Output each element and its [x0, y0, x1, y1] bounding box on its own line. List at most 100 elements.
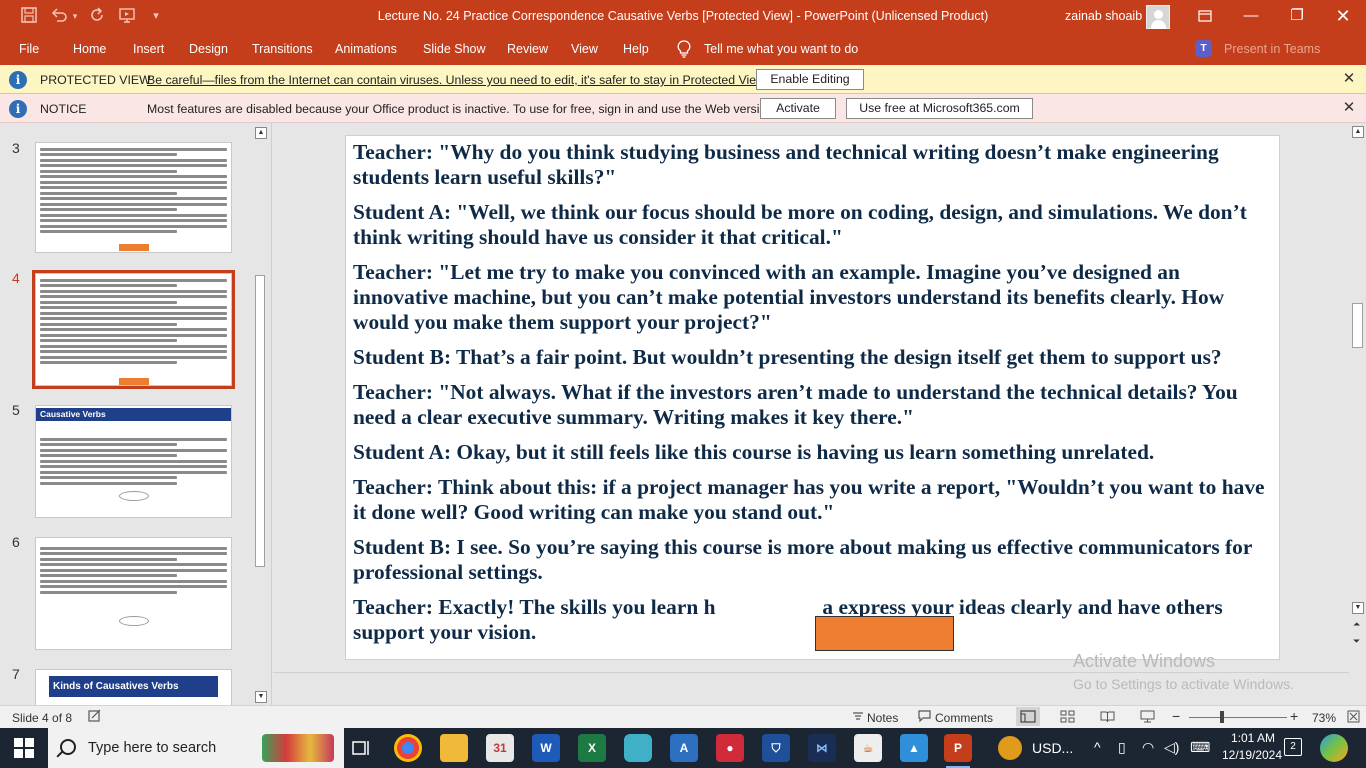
- tab-home[interactable]: Home: [73, 42, 106, 56]
- slide-thumbnail-4[interactable]: [32, 270, 235, 389]
- tab-animations[interactable]: Animations: [335, 42, 397, 56]
- orange-rectangle-shape[interactable]: [815, 616, 954, 651]
- enable-editing-button[interactable]: Enable Editing: [756, 69, 864, 90]
- excel-icon[interactable]: X: [578, 734, 606, 762]
- normal-view-icon[interactable]: [1016, 707, 1040, 726]
- zoom-in-icon[interactable]: +: [1290, 708, 1298, 724]
- scroll-up-icon[interactable]: ▲: [1352, 126, 1364, 138]
- widgets-icon[interactable]: [1320, 734, 1348, 762]
- slide-thumbnail-7[interactable]: Kinds of Causatives Verbs: [35, 669, 232, 705]
- customize-toolbar-icon[interactable]: ▾: [146, 6, 166, 26]
- next-slide-icon[interactable]: ⏷: [1353, 636, 1360, 647]
- coins-icon[interactable]: [998, 736, 1022, 760]
- activate-button[interactable]: Activate: [760, 98, 836, 119]
- word-icon[interactable]: W: [532, 734, 560, 762]
- windows-start-icon[interactable]: [14, 738, 34, 758]
- scroll-down-icon[interactable]: ▼: [1352, 602, 1364, 614]
- undo-dropdown-icon[interactable]: ▾: [70, 6, 80, 26]
- scrollbar-thumb[interactable]: [1352, 303, 1363, 348]
- tab-insert[interactable]: Insert: [133, 42, 164, 56]
- notes-icon: [852, 710, 864, 725]
- close-icon[interactable]: ✕: [1340, 99, 1358, 117]
- zoom-level[interactable]: 73%: [1312, 711, 1336, 725]
- chevron-up-icon[interactable]: ^: [1094, 739, 1101, 755]
- avatar[interactable]: [1146, 5, 1170, 29]
- redo-icon[interactable]: [87, 6, 107, 26]
- scroll-down-icon[interactable]: ▼: [255, 691, 267, 703]
- clock-date[interactable]: 12/19/2024: [1212, 748, 1292, 762]
- wifi-icon[interactable]: ◠: [1142, 739, 1154, 756]
- scroll-up-icon[interactable]: ▲: [255, 127, 267, 139]
- tab-file[interactable]: File: [19, 42, 39, 56]
- close-icon[interactable]: ✕: [1340, 70, 1358, 88]
- start-from-beginning-icon[interactable]: [117, 6, 137, 26]
- dialogue-line: Student B: That’s a fair point. But woul…: [353, 345, 1222, 369]
- java-icon[interactable]: ☕: [854, 734, 882, 762]
- clock-time[interactable]: 1:01 AM: [1218, 731, 1288, 745]
- chrome-icon[interactable]: [394, 734, 422, 762]
- shield-icon[interactable]: ⛉: [762, 734, 790, 762]
- ribbon-display-options-icon[interactable]: [1182, 0, 1228, 33]
- teams-icon: T: [1195, 40, 1212, 57]
- reading-view-icon[interactable]: [1100, 710, 1115, 726]
- accessibility-icon[interactable]: [88, 709, 102, 726]
- close-button[interactable]: ✕: [1320, 0, 1366, 33]
- slide-text-body[interactable]: Teacher: "Why do you think studying busi…: [353, 140, 1278, 655]
- undo-icon[interactable]: [49, 6, 69, 26]
- powerpoint-icon[interactable]: P: [944, 734, 972, 768]
- zoom-out-icon[interactable]: −: [1172, 708, 1180, 724]
- scrollbar-thumb[interactable]: [255, 275, 265, 567]
- dialogue-line: Student B: I see. So you’re saying this …: [353, 535, 1258, 584]
- gift-boxes-icon[interactable]: [262, 734, 334, 762]
- taskbar-search-box[interactable]: Type here to search: [48, 728, 344, 768]
- notice-bar: i NOTICE Most features are disabled beca…: [0, 94, 1366, 123]
- task-view-icon[interactable]: [347, 734, 375, 762]
- editor-scrollbar[interactable]: ▲ ▼ ⏶ ⏷: [1349, 123, 1366, 705]
- slide-thumbnail-3[interactable]: [35, 142, 232, 253]
- protected-view-bar: i PROTECTED VIEW Be careful—files from t…: [0, 65, 1366, 94]
- divider: [273, 672, 1349, 673]
- present-in-teams-button[interactable]: Present in Teams: [1224, 42, 1320, 56]
- word-documents-icon[interactable]: A: [670, 734, 698, 762]
- cube-app-icon[interactable]: [624, 734, 652, 762]
- dialogue-line: Teacher: "Why do you think studying busi…: [353, 140, 1219, 189]
- dialogue-line: Teacher: "Not always. What if the invest…: [353, 380, 1238, 429]
- device-icon[interactable]: ▯: [1118, 739, 1126, 756]
- notes-button[interactable]: Notes: [867, 711, 898, 725]
- slide-thumbnail-6[interactable]: [35, 537, 232, 650]
- slide-show-icon[interactable]: [1140, 710, 1155, 726]
- user-name[interactable]: zainab shoaib: [1065, 9, 1142, 23]
- screen-recorder-icon[interactable]: ●: [716, 734, 744, 762]
- tab-transitions[interactable]: Transitions: [252, 42, 313, 56]
- fit-slide-icon[interactable]: [1347, 710, 1360, 726]
- document-title: Lecture No. 24 Practice Correspondence C…: [377, 9, 989, 23]
- tab-review[interactable]: Review: [507, 42, 548, 56]
- comments-button[interactable]: Comments: [935, 711, 993, 725]
- slide-canvas[interactable]: Teacher: "Why do you think studying busi…: [345, 135, 1280, 660]
- protected-view-message[interactable]: Be careful—files from the Internet can c…: [147, 73, 768, 87]
- tab-design[interactable]: Design: [189, 42, 228, 56]
- notification-icon[interactable]: 2: [1284, 738, 1302, 756]
- tab-help[interactable]: Help: [623, 42, 649, 56]
- tab-view[interactable]: View: [571, 42, 598, 56]
- zoom-slider-handle[interactable]: [1220, 711, 1224, 723]
- diagram-app-icon[interactable]: ⋈: [808, 734, 836, 762]
- calendar-icon[interactable]: 31: [486, 734, 514, 762]
- photos-icon[interactable]: ▲: [900, 734, 928, 762]
- currency-widget[interactable]: USD...: [1032, 740, 1073, 756]
- tell-me-search[interactable]: Tell me what you want to do: [704, 42, 858, 56]
- speaker-icon[interactable]: ◁): [1164, 739, 1179, 756]
- tab-slide-show[interactable]: Slide Show: [423, 42, 486, 56]
- slide-sorter-icon[interactable]: [1060, 710, 1075, 726]
- use-free-web-button[interactable]: Use free at Microsoft365.com: [846, 98, 1033, 119]
- language-icon[interactable]: ⌨: [1190, 739, 1210, 756]
- zoom-slider[interactable]: [1189, 717, 1287, 718]
- save-icon[interactable]: [19, 6, 39, 26]
- notice-message: Most features are disabled because your …: [147, 102, 777, 116]
- thumbnail-scrollbar[interactable]: ▲ ▼: [253, 125, 267, 705]
- restore-button[interactable]: ❐: [1274, 0, 1320, 33]
- slide-thumbnail-5[interactable]: Causative Verbs: [35, 405, 232, 518]
- minimize-button[interactable]: —: [1228, 0, 1274, 33]
- file-explorer-icon[interactable]: [440, 734, 468, 762]
- previous-slide-icon[interactable]: ⏶: [1353, 619, 1360, 630]
